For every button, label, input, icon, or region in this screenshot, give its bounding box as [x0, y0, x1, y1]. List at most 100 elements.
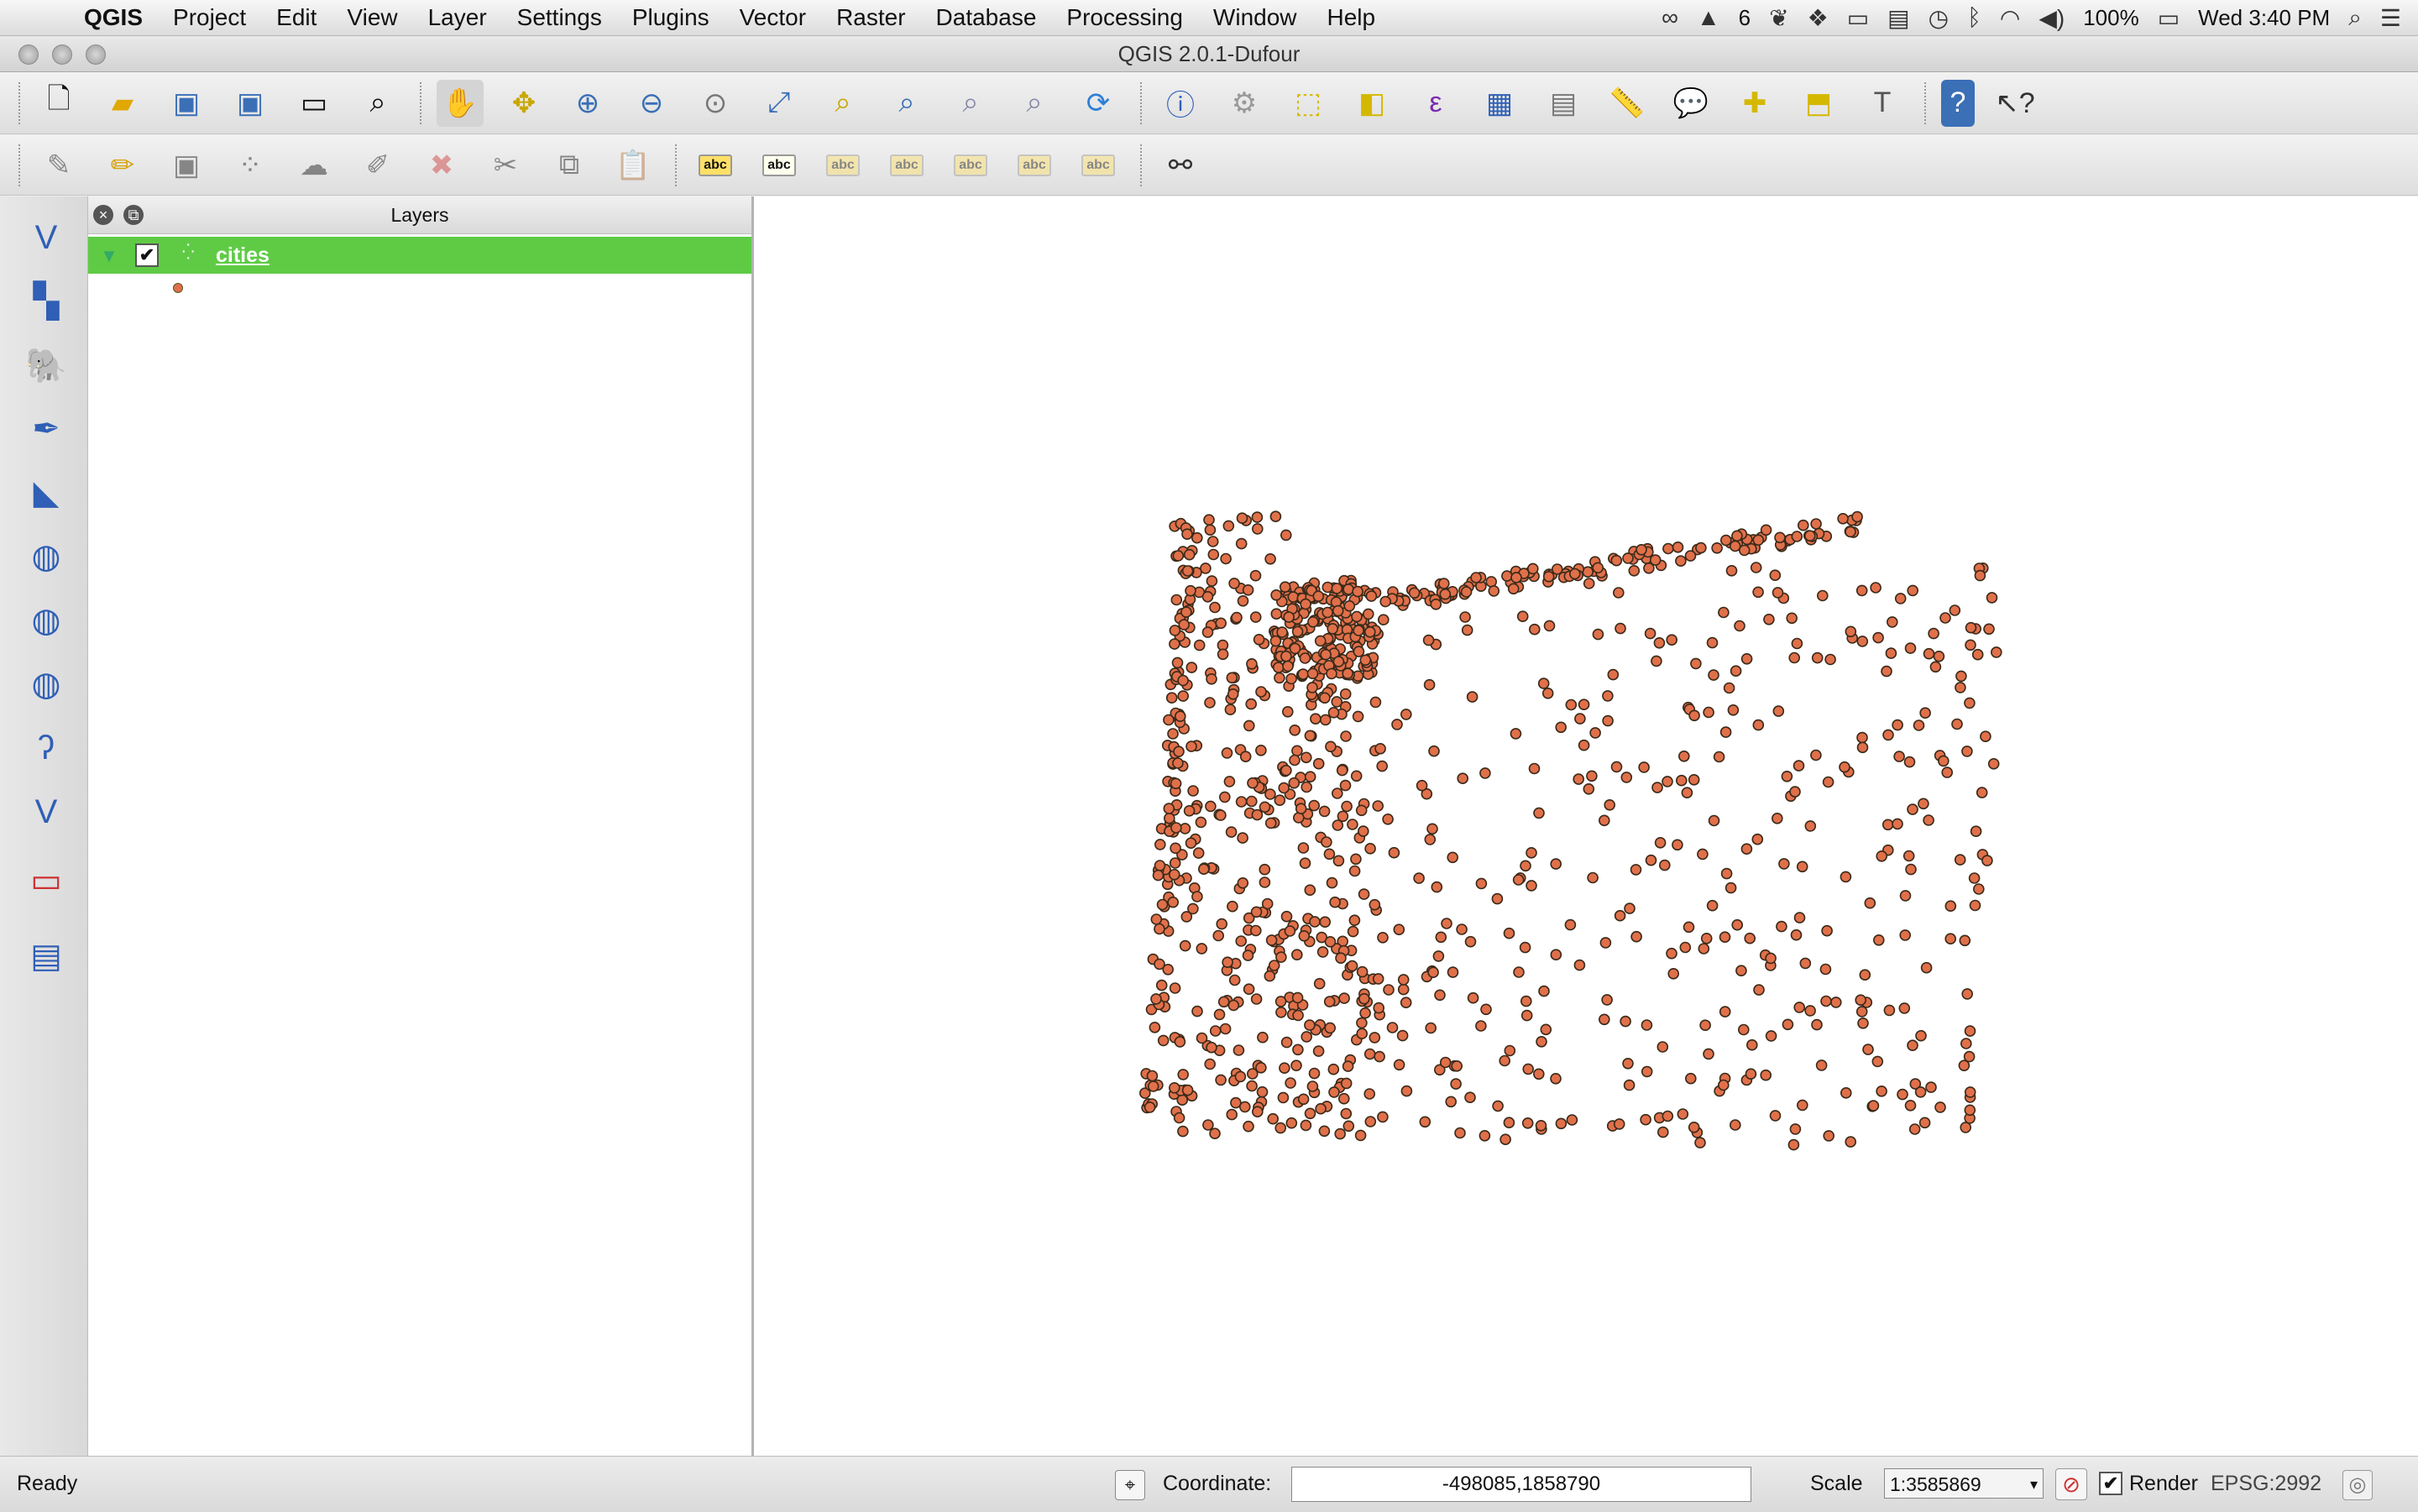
add-raster-layer-icon[interactable]: ▚: [22, 277, 71, 326]
cut-features-icon[interactable]: ✂: [482, 142, 529, 189]
layer-visibility-checkbox[interactable]: ✔: [135, 243, 159, 267]
paste-features-icon[interactable]: 📋: [610, 142, 657, 189]
airplay-icon[interactable]: ▭: [1847, 4, 1869, 32]
whats-this-icon[interactable]: ↖?: [1991, 80, 2039, 127]
text-annotation-icon[interactable]: T: [1859, 80, 1906, 127]
open-project-icon[interactable]: ▰: [99, 80, 146, 127]
label-move-icon[interactable]: abc: [947, 142, 994, 189]
projection-icon[interactable]: ◎: [2342, 1470, 2373, 1500]
add-feature-icon[interactable]: ⁘: [227, 142, 274, 189]
infinity-icon[interactable]: ∞: [1662, 4, 1678, 31]
menu-window[interactable]: Window: [1198, 4, 1312, 31]
identify-icon[interactable]: ⓘ: [1157, 80, 1204, 127]
volume-icon[interactable]: ◀): [2039, 4, 2065, 32]
zoom-window-button[interactable]: [86, 44, 106, 65]
close-window-button[interactable]: [18, 44, 39, 65]
zoom-full-icon[interactable]: ⤢: [756, 80, 803, 127]
close-panel-icon[interactable]: ×: [93, 205, 113, 225]
minimize-window-button[interactable]: [52, 44, 72, 65]
collapse-arrow-icon[interactable]: ▼: [100, 245, 118, 267]
label-icon[interactable]: abc: [692, 142, 739, 189]
pan-icon[interactable]: ✋: [437, 79, 484, 127]
adobe-icon[interactable]: ▲: [1697, 4, 1720, 31]
toggle-editing-icon[interactable]: ✏: [99, 142, 146, 189]
label-rotate-icon[interactable]: abc: [1011, 142, 1058, 189]
composer-manager-icon[interactable]: ⌕: [354, 80, 401, 127]
node-tool-icon[interactable]: ✐: [354, 142, 401, 189]
current-edits-icon[interactable]: ✎: [35, 142, 82, 189]
zoom-selection-icon[interactable]: ⌕: [883, 80, 930, 127]
render-checkbox[interactable]: ✔: [2099, 1472, 2122, 1495]
zoom-native-icon[interactable]: ⊙: [692, 80, 739, 127]
action-icon[interactable]: ⚙: [1221, 80, 1268, 127]
wifi-icon[interactable]: ◠: [2000, 4, 2020, 32]
label-pin-icon[interactable]: abc: [756, 142, 803, 189]
menu-database[interactable]: Database: [921, 4, 1052, 31]
notification-center-icon[interactable]: ☰: [2380, 4, 2401, 32]
menu-plugins[interactable]: Plugins: [617, 4, 725, 31]
time-machine-icon[interactable]: ◷: [1929, 4, 1949, 32]
select-features-icon[interactable]: ⬚: [1285, 80, 1332, 127]
save-edits-icon[interactable]: ▣: [163, 142, 210, 189]
gps-binoculars-icon[interactable]: ⚯: [1157, 142, 1204, 189]
show-bookmarks-icon[interactable]: ⬒: [1795, 80, 1842, 127]
add-wfs-layer-icon[interactable]: ◍: [22, 660, 71, 709]
dropbox-icon[interactable]: ❖: [1808, 4, 1829, 32]
measure-icon[interactable]: 📏: [1604, 80, 1651, 127]
toolbar-handle[interactable]: [18, 81, 24, 124]
add-wcs-layer-icon[interactable]: ◍: [22, 596, 71, 645]
layer-item-cities[interactable]: ▼ ✔ ⁛ cities: [88, 237, 751, 274]
new-project-icon[interactable]: 🗋: [35, 80, 82, 127]
crs-status[interactable]: EPSG:2992: [2211, 1472, 2321, 1496]
add-wms-layer-icon[interactable]: ◍: [22, 532, 71, 581]
zoom-in-icon[interactable]: ⊕: [564, 80, 611, 127]
zoom-layer-icon[interactable]: ⌕: [819, 80, 866, 127]
float-panel-icon[interactable]: ⧉: [123, 205, 144, 225]
menu-app-qgis[interactable]: QGIS: [69, 4, 158, 31]
zoom-next-icon[interactable]: ⌕: [1011, 80, 1058, 127]
clock[interactable]: Wed 3:40 PM: [2198, 5, 2330, 31]
zoom-out-icon[interactable]: ⊖: [628, 80, 675, 127]
scale-combobox[interactable]: 1:3585869 ▾: [1884, 1468, 2044, 1499]
toggle-extents-icon[interactable]: ⌖: [1115, 1470, 1145, 1500]
add-mssql-layer-icon[interactable]: ◣: [22, 468, 71, 517]
menu-raster[interactable]: Raster: [821, 4, 920, 31]
add-vector-layer-icon[interactable]: V: [22, 213, 71, 262]
copy-features-icon[interactable]: ⧉: [546, 142, 593, 189]
new-shapefile-icon[interactable]: V: [22, 787, 71, 836]
select-by-expression-icon[interactable]: ε: [1412, 80, 1459, 127]
menu-edit[interactable]: Edit: [261, 4, 332, 31]
add-delimited-text-icon[interactable]: ʔ: [22, 724, 71, 772]
menu-help[interactable]: Help: [1312, 4, 1391, 31]
coordinate-field[interactable]: -498085,1858790: [1291, 1467, 1751, 1502]
composer-icon[interactable]: ▤: [22, 932, 71, 981]
statistics-icon[interactable]: ▤: [1540, 80, 1587, 127]
refresh-icon[interactable]: ⟳: [1075, 80, 1122, 127]
move-feature-icon[interactable]: ☁: [290, 142, 338, 189]
map-canvas[interactable]: [754, 196, 2418, 1456]
spotlight-search-icon[interactable]: ⌕: [2348, 4, 2362, 32]
pan-to-selection-icon[interactable]: ✥: [500, 80, 547, 127]
label-change-icon[interactable]: abc: [1075, 142, 1122, 189]
menu-project[interactable]: Project: [158, 4, 261, 31]
layer-name[interactable]: cities: [216, 243, 270, 268]
remove-layer-icon[interactable]: ▭: [22, 856, 71, 905]
menu-settings[interactable]: Settings: [502, 4, 617, 31]
battery-icon[interactable]: ▭: [2158, 4, 2180, 32]
new-print-composer-icon[interactable]: ▭: [290, 80, 338, 127]
toolbar-handle[interactable]: [18, 144, 24, 186]
add-spatialite-layer-icon[interactable]: ✒: [22, 405, 71, 453]
menu-layer[interactable]: Layer: [413, 4, 502, 31]
menu-vector[interactable]: Vector: [725, 4, 821, 31]
save-as-icon[interactable]: ▣: [227, 80, 274, 127]
add-postgis-layer-icon[interactable]: 🐘: [22, 341, 71, 390]
map-tips-icon[interactable]: 💬: [1667, 80, 1714, 127]
save-project-icon[interactable]: ▣: [163, 80, 210, 127]
menu-view[interactable]: View: [332, 4, 412, 31]
zoom-last-icon[interactable]: ⌕: [947, 80, 994, 127]
label-show-hide-icon[interactable]: abc: [883, 142, 930, 189]
menu-processing[interactable]: Processing: [1051, 4, 1198, 31]
keyboard-icon[interactable]: ▤: [1887, 4, 1909, 32]
evernote-icon[interactable]: ❦: [1769, 4, 1788, 32]
deselect-icon[interactable]: ◧: [1348, 80, 1395, 127]
